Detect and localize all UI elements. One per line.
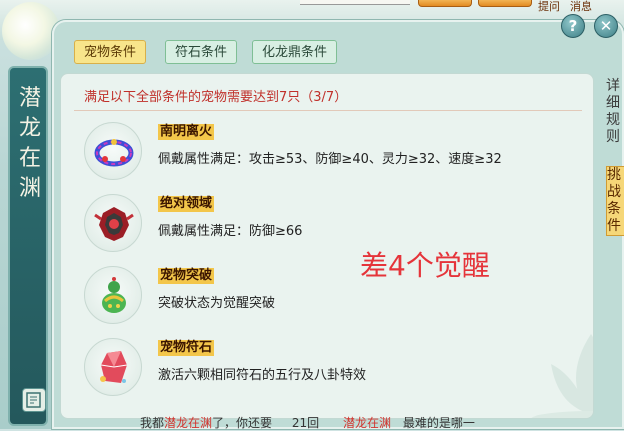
chat-prefix: 我都 <box>140 416 165 430</box>
chat-num: 21回 <box>291 416 320 430</box>
condition-title: 宠物突破 <box>158 268 215 284</box>
awakening-shortfall-annotation: 差4个觉醒 <box>360 249 490 282</box>
condition-title: 绝对领域 <box>158 196 215 212</box>
edit-icon[interactable] <box>22 388 46 412</box>
red-crest-icon <box>84 194 142 252</box>
top-button-left[interactable] <box>418 0 472 7</box>
chat-ticker: 我都潜龙在渊了，你还要 21回 潜龙在渊 最难的是哪一 <box>140 414 475 431</box>
side-tab-detailed-rules[interactable]: 详细规则 <box>606 78 624 146</box>
help-button[interactable]: ? <box>561 14 585 38</box>
green-gourd-icon <box>84 266 142 324</box>
condition-item: 绝对领域 佩戴属性满足：防御≥66 <box>84 194 564 262</box>
condition-title: 南明离火 <box>158 124 215 140</box>
tab-pet-conditions[interactable]: 宠物条件 <box>74 40 147 64</box>
close-button[interactable]: ✕ <box>594 14 618 38</box>
tab-rune-conditions[interactable]: 符石条件 <box>165 40 238 64</box>
message-label[interactable]: 消息 <box>570 0 592 14</box>
chat-highlight2: 潜龙在渊 <box>342 416 391 430</box>
side-tab-challenge-conditions[interactable]: 挑战条件 <box>606 166 624 236</box>
condition-desc: 佩戴属性满足：防御≥66 <box>158 224 303 239</box>
chat-highlight: 潜龙在渊 <box>164 416 213 430</box>
red-crystal-icon <box>84 338 142 396</box>
condition-desc: 佩戴属性满足：攻击≥53、防御≥40、灵力≥32、速度≥32 <box>158 152 502 167</box>
tab-dragon-cauldron-conditions[interactable]: 化龙鼎条件 <box>252 40 338 64</box>
title-banner: 潜龙在渊 <box>8 66 48 426</box>
top-button-right[interactable] <box>478 0 532 7</box>
condition-title: 宠物符石 <box>158 340 215 356</box>
condition-item: 宠物符石 激活六颗相同符石的五行及八卦特效 <box>84 338 564 406</box>
condition-desc: 激活六颗相同符石的五行及八卦特效 <box>158 368 367 383</box>
banner-title: 潜龙在渊 <box>18 86 41 201</box>
top-input-strip <box>300 0 410 5</box>
ask-label[interactable]: 提问 <box>538 0 560 14</box>
requirement-header: 满足以下全部条件的宠物需要达到7只（3/7） <box>84 90 348 105</box>
condition-item: 南明离火 佩戴属性满足：攻击≥53、防御≥40、灵力≥32、速度≥32 <box>84 122 564 190</box>
header-divider <box>74 110 582 111</box>
blue-flame-wreath-icon <box>84 122 142 180</box>
condition-desc: 突破状态为觉醒突破 <box>158 296 276 311</box>
condition-item: 宠物突破 突破状态为觉醒突破 <box>84 266 564 334</box>
chat-text2: 最难的是哪一 <box>402 416 475 430</box>
chat-text1: 了，你还要 <box>212 416 273 430</box>
